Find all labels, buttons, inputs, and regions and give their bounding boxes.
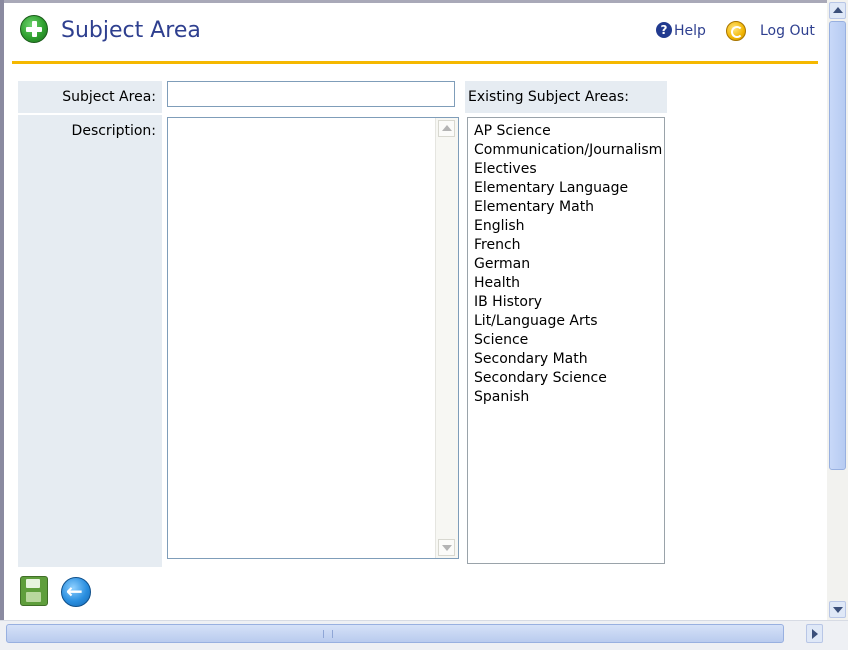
existing-subject-areas-label: Existing Subject Areas:: [468, 89, 629, 105]
browser-frame: Subject Area ? Help Log Out Subject Area…: [0, 0, 848, 650]
list-item[interactable]: Secondary Math: [474, 350, 664, 369]
page-scroll-right-icon[interactable]: [806, 624, 823, 643]
list-item[interactable]: Health: [474, 274, 664, 293]
list-item[interactable]: Science: [474, 331, 664, 350]
description-label: Description:: [71, 123, 156, 139]
list-item[interactable]: Lit/Language Arts: [474, 312, 664, 331]
save-icon[interactable]: [20, 576, 48, 606]
list-item[interactable]: Elementary Math: [474, 198, 664, 217]
back-arrow-icon[interactable]: [61, 577, 91, 607]
page-vertical-scrollbar[interactable]: [827, 0, 848, 620]
help-icon[interactable]: ?: [656, 22, 672, 38]
page-scroll-down-icon[interactable]: [829, 601, 846, 618]
list-item[interactable]: Elementary Language: [474, 179, 664, 198]
description-scrollbar[interactable]: [435, 118, 458, 558]
list-item[interactable]: IB History: [474, 293, 664, 312]
subject-area-label: Subject Area:: [62, 89, 156, 105]
page-scroll-up-icon[interactable]: [829, 2, 846, 19]
subject-area-input[interactable]: [167, 81, 455, 107]
page-title: Subject Area: [61, 18, 201, 43]
existing-subject-areas-header: Existing Subject Areas:: [465, 81, 667, 113]
logout-icon[interactable]: [726, 21, 746, 41]
page-content: Subject Area ? Help Log Out Subject Area…: [4, 3, 827, 620]
page-header: Subject Area ? Help Log Out: [4, 3, 827, 61]
subject-area-label-cell: Subject Area:: [18, 81, 162, 113]
logout-link[interactable]: Log Out: [760, 23, 815, 39]
list-item[interactable]: Spanish: [474, 388, 664, 407]
page-horizontal-scroll-thumb[interactable]: [6, 624, 784, 643]
existing-subject-areas-list[interactable]: AP Science Communication/Journalism Elec…: [467, 117, 665, 564]
add-icon: [20, 15, 48, 43]
description-label-cell: Description:: [18, 115, 162, 567]
list-item[interactable]: French: [474, 236, 664, 255]
help-link[interactable]: Help: [674, 23, 706, 39]
scroll-grip-icon: [323, 630, 333, 638]
scroll-up-arrow-icon[interactable]: [438, 120, 455, 137]
page-horizontal-scrollbar[interactable]: [0, 620, 848, 650]
list-item[interactable]: Electives: [474, 160, 664, 179]
list-item[interactable]: AP Science: [474, 122, 664, 141]
description-field: [167, 117, 459, 559]
list-item[interactable]: German: [474, 255, 664, 274]
page-vertical-scroll-thumb[interactable]: [829, 21, 846, 470]
scroll-down-arrow-icon[interactable]: [438, 539, 455, 556]
description-textarea[interactable]: [168, 118, 434, 558]
header-divider: [12, 61, 818, 64]
list-item[interactable]: Communication/Journalism: [474, 141, 664, 160]
list-item[interactable]: Secondary Science: [474, 369, 664, 388]
list-item[interactable]: English: [474, 217, 664, 236]
